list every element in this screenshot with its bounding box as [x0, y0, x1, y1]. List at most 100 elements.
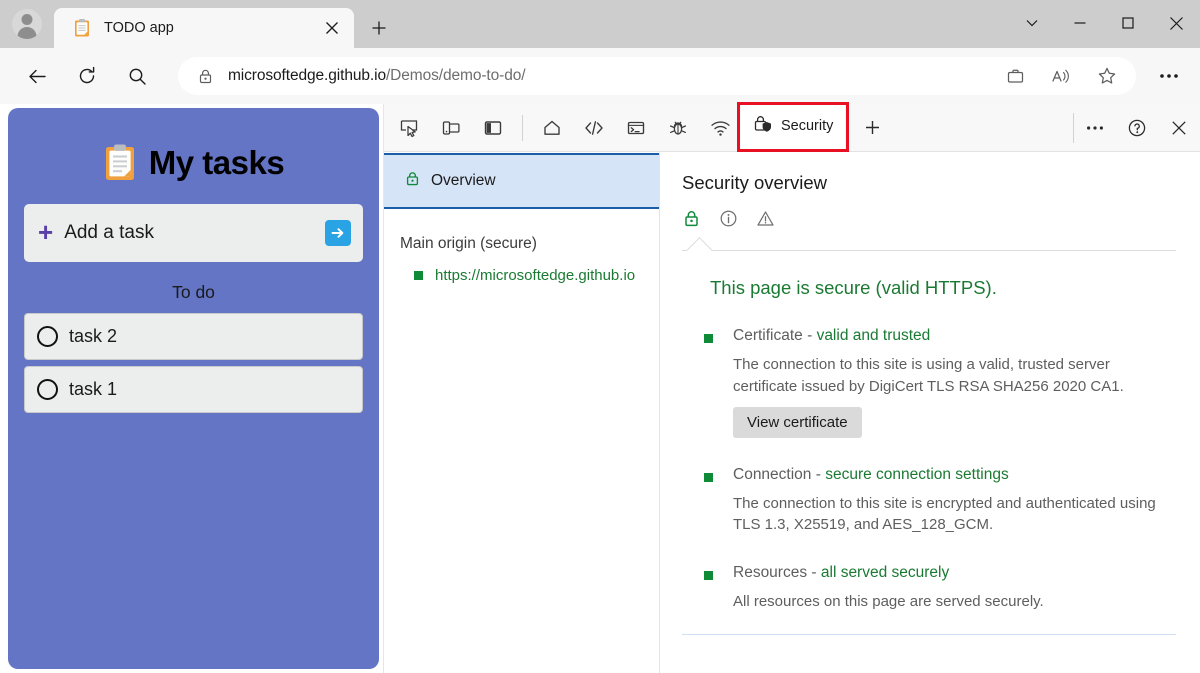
- security-section-resources: Resources - all served securely All reso…: [704, 564, 1176, 613]
- console-terminal-icon[interactable]: [619, 111, 653, 145]
- address-bar[interactable]: microsoftedge.github.io/Demos/demo-to-do…: [178, 57, 1136, 95]
- secure-state-dot-icon: [704, 571, 713, 580]
- minimize-icon[interactable]: [1056, 0, 1104, 46]
- device-emulation-icon[interactable]: [434, 111, 468, 145]
- section-status: secure connection settings: [825, 465, 1009, 483]
- add-task-input[interactable]: + Add a task: [24, 204, 363, 262]
- tab-title: TODO app: [104, 20, 174, 36]
- panel-divider: [682, 250, 1176, 251]
- section-heading: Connection - secure connection settings: [733, 466, 1176, 484]
- task-item[interactable]: task 2: [24, 313, 363, 360]
- close-icon[interactable]: [318, 14, 346, 42]
- task-item[interactable]: task 1: [24, 366, 363, 413]
- origin-url: https://microsoftedge.github.io: [435, 267, 636, 284]
- info-icon[interactable]: [719, 209, 738, 233]
- maximize-icon[interactable]: [1104, 0, 1152, 46]
- section-status: valid and trusted: [816, 327, 931, 344]
- more-tools-ellipsis-icon[interactable]: [1078, 111, 1112, 145]
- search-icon[interactable]: [119, 58, 155, 94]
- secure-lock-icon[interactable]: [682, 209, 701, 233]
- submit-arrow-icon[interactable]: [325, 220, 351, 246]
- help-question-icon[interactable]: [1120, 111, 1154, 145]
- security-section-certificate: Certificate - valid and trusted The conn…: [704, 327, 1176, 438]
- refresh-icon[interactable]: [69, 58, 105, 94]
- section-status: all served securely: [820, 564, 950, 581]
- section-description: The connection to this site is encrypted…: [733, 494, 1156, 534]
- avatar: [12, 9, 42, 39]
- back-arrow-icon[interactable]: [19, 58, 55, 94]
- page-body: My tasks + Add a task To do task 2 task …: [0, 101, 1200, 673]
- browser-window: TODO app microsoftedge.github.io/Demos/d…: [0, 0, 1200, 673]
- page-title: Security overview: [682, 172, 827, 193]
- secure-state-dot-icon: [704, 334, 713, 343]
- welcome-home-icon[interactable]: [535, 111, 569, 145]
- section-name: Resources: [733, 564, 808, 581]
- add-task-placeholder: Add a task: [64, 222, 154, 243]
- browser-settings-ellipsis-icon[interactable]: [1150, 57, 1188, 95]
- secure-state-dot-icon: [414, 271, 423, 280]
- read-aloud-icon[interactable]: [1044, 59, 1078, 93]
- plus-icon: +: [38, 216, 54, 247]
- view-certificate-button[interactable]: View certificate: [733, 406, 862, 438]
- security-lock-shield-icon: [753, 114, 773, 138]
- security-section-connection: Connection - secure connection settings …: [704, 466, 1176, 537]
- favorites-star-icon[interactable]: [1090, 59, 1124, 93]
- security-summary: This page is secure (valid HTTPS).: [710, 277, 997, 298]
- section-separator: -: [807, 564, 821, 581]
- section-heading: Resources - all served securely: [733, 564, 1176, 582]
- url-host: microsoftedge.github.io: [228, 67, 386, 84]
- sidebar-item-overview[interactable]: Overview: [384, 153, 659, 209]
- clipboard-icon: [103, 143, 137, 183]
- close-devtools-icon[interactable]: [1162, 111, 1196, 145]
- inspect-element-icon[interactable]: [392, 111, 426, 145]
- browser-tab[interactable]: TODO app: [54, 8, 354, 48]
- toolbar-divider: [522, 114, 523, 141]
- task-label: task 1: [69, 379, 118, 399]
- network-wifi-icon[interactable]: [703, 111, 737, 145]
- security-sidebar: Overview Main origin (secure) https://mi…: [384, 152, 660, 673]
- devtools-tab-bar: Security: [384, 101, 1200, 152]
- title-bar: TODO app: [0, 0, 1200, 48]
- profile-button[interactable]: [0, 0, 54, 48]
- task-checkbox[interactable]: [37, 379, 58, 400]
- tab-actions-chevron-down-icon[interactable]: [1008, 0, 1056, 46]
- elements-code-icon[interactable]: [577, 111, 611, 145]
- warning-triangle-icon[interactable]: [756, 209, 775, 233]
- devtools-main: Overview Main origin (secure) https://mi…: [384, 152, 1200, 673]
- close-window-icon[interactable]: [1152, 0, 1200, 46]
- sidebar-item-overview-label: Overview: [431, 172, 496, 189]
- dock-side-icon[interactable]: [476, 111, 510, 145]
- section-body: Resources - all served securely All reso…: [733, 564, 1176, 613]
- tab-security[interactable]: Security: [737, 101, 850, 152]
- sources-bug-icon[interactable]: [661, 111, 695, 145]
- collections-icon[interactable]: [998, 59, 1032, 93]
- add-panel-button[interactable]: [855, 111, 889, 145]
- lock-icon[interactable]: [192, 68, 218, 85]
- todo-app: My tasks + Add a task To do task 2 task …: [8, 108, 379, 669]
- origin-list-item[interactable]: https://microsoftedge.github.io: [400, 267, 659, 284]
- devtools: Security Overview Main origin (secure) h…: [383, 101, 1200, 673]
- task-label: task 2: [69, 326, 118, 346]
- page-viewport: My tasks + Add a task To do task 2 task …: [0, 104, 383, 673]
- app-title-text: My tasks: [148, 144, 285, 181]
- window-controls: [1008, 0, 1200, 46]
- security-overview-panel: Security overview This page is secure (v…: [660, 152, 1200, 673]
- section-name: Connection: [733, 465, 812, 483]
- devtools-toolbar-right: [1073, 111, 1200, 145]
- task-checkbox[interactable]: [37, 326, 58, 347]
- clipboard-icon: [72, 18, 92, 38]
- address-bar-actions: [992, 59, 1130, 93]
- security-status-icons: [682, 206, 1176, 236]
- url-path: /Demos/demo-to-do/: [385, 67, 526, 84]
- section-body: Connection - secure connection settings …: [733, 466, 1176, 537]
- tab-security-label: Security: [781, 118, 834, 134]
- main-origin-heading: Main origin (secure): [400, 235, 537, 252]
- app-title: My tasks: [24, 126, 363, 200]
- section-description: The connection to this site is using a v…: [733, 356, 1124, 395]
- section-body: Certificate - valid and trusted The conn…: [733, 327, 1176, 438]
- new-tab-button[interactable]: [362, 11, 396, 45]
- section-description: All resources on this page are served se…: [733, 593, 1044, 610]
- navigation-bar: microsoftedge.github.io/Demos/demo-to-do…: [0, 48, 1200, 104]
- lock-icon: [404, 170, 421, 192]
- address-bar-url: microsoftedge.github.io/Demos/demo-to-do…: [218, 67, 992, 85]
